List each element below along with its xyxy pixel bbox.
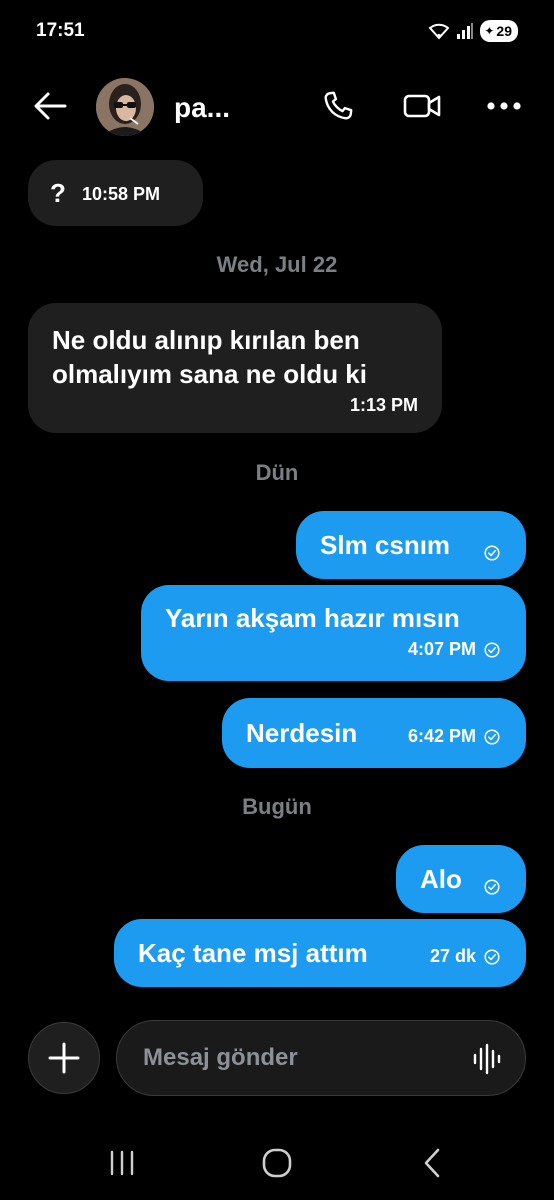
recent-apps-icon [110, 1150, 134, 1176]
message-time: 10:58 PM [82, 184, 161, 204]
battery-indicator: ✦ 29 [480, 20, 518, 42]
message-text: Kaç tane msj attım [138, 938, 368, 968]
message-meta: 6:42 PM [408, 726, 500, 747]
message-meta: 4:07 PM [408, 639, 500, 660]
check-icon [484, 641, 500, 658]
date-separator: Dün [255, 460, 299, 485]
back-nav-icon [424, 1148, 440, 1178]
status-icons: ✦ 29 [428, 20, 518, 42]
message-text: Yarın akşam hazır mısın [165, 603, 460, 633]
video-icon [403, 94, 441, 118]
status-bar: 17:51 ✦ 29 [0, 0, 554, 64]
back-arrow-icon [34, 92, 67, 120]
message-text-line: olmalıyım sana ne oldu ki [52, 359, 367, 389]
chat-header: pa... [0, 64, 554, 148]
more-icon [487, 102, 521, 110]
message-time: 1:13 PM [349, 395, 418, 415]
more-options-button[interactable] [482, 84, 526, 128]
message-time: 27 dk [429, 946, 476, 966]
check-icon [484, 948, 500, 965]
message-text: ? [50, 178, 66, 208]
video-call-button[interactable] [400, 84, 444, 128]
plus-icon [48, 1042, 80, 1074]
message-text: Slm csnım [320, 530, 451, 560]
message-bubble-outgoing[interactable]: Slm csnım [296, 511, 526, 579]
back-nav-button[interactable] [410, 1141, 454, 1185]
back-button[interactable] [30, 86, 70, 126]
message-composer [116, 1020, 526, 1096]
message-bubble-outgoing[interactable]: Yarın akşam hazır mısın 4:07 PM [141, 585, 526, 681]
date-separator: Wed, Jul 22 [216, 252, 338, 277]
battery-leaf-icon: ✦ [484, 24, 495, 38]
contact-name[interactable]: pa... [174, 92, 230, 124]
message-input[interactable] [143, 1043, 453, 1073]
message-bubble-outgoing[interactable]: Nerdesin 6:42 PM [222, 698, 526, 768]
voice-wave-icon[interactable] [471, 1043, 503, 1075]
message-text: Alo [420, 864, 462, 894]
date-separator: Bugün [242, 794, 312, 819]
wifi-icon [428, 23, 450, 40]
message-bubble-outgoing[interactable]: Alo [396, 845, 526, 913]
phone-icon [324, 91, 353, 120]
home-button[interactable] [255, 1141, 299, 1185]
message-bubble-incoming[interactable]: Ne oldu alınıp kırılan ben olmalıyım san… [28, 303, 442, 433]
signal-icon [457, 23, 474, 39]
check-icon [484, 879, 500, 895]
message-time: 6:42 PM [407, 726, 476, 746]
message-text-line: Ne oldu alınıp kırılan ben [52, 325, 360, 355]
add-attachment-button[interactable] [28, 1022, 100, 1094]
avatar-image [96, 78, 154, 136]
status-time: 17:51 [36, 20, 85, 41]
message-bubble-outgoing[interactable]: Kaç tane msj attım 27 dk [114, 919, 526, 987]
check-icon [484, 728, 500, 745]
avatar[interactable] [96, 78, 154, 136]
system-nav-bar [0, 1125, 554, 1200]
voice-call-button[interactable] [316, 84, 360, 128]
check-icon [484, 545, 500, 561]
message-time: 4:07 PM [407, 639, 476, 659]
battery-level: 29 [496, 23, 512, 39]
recent-apps-button[interactable] [100, 1141, 144, 1185]
home-icon [262, 1148, 292, 1178]
message-meta: 27 dk [430, 946, 500, 967]
message-bubble-incoming[interactable]: ? 10:58 PM [28, 160, 203, 226]
message-text: Nerdesin [246, 718, 358, 748]
